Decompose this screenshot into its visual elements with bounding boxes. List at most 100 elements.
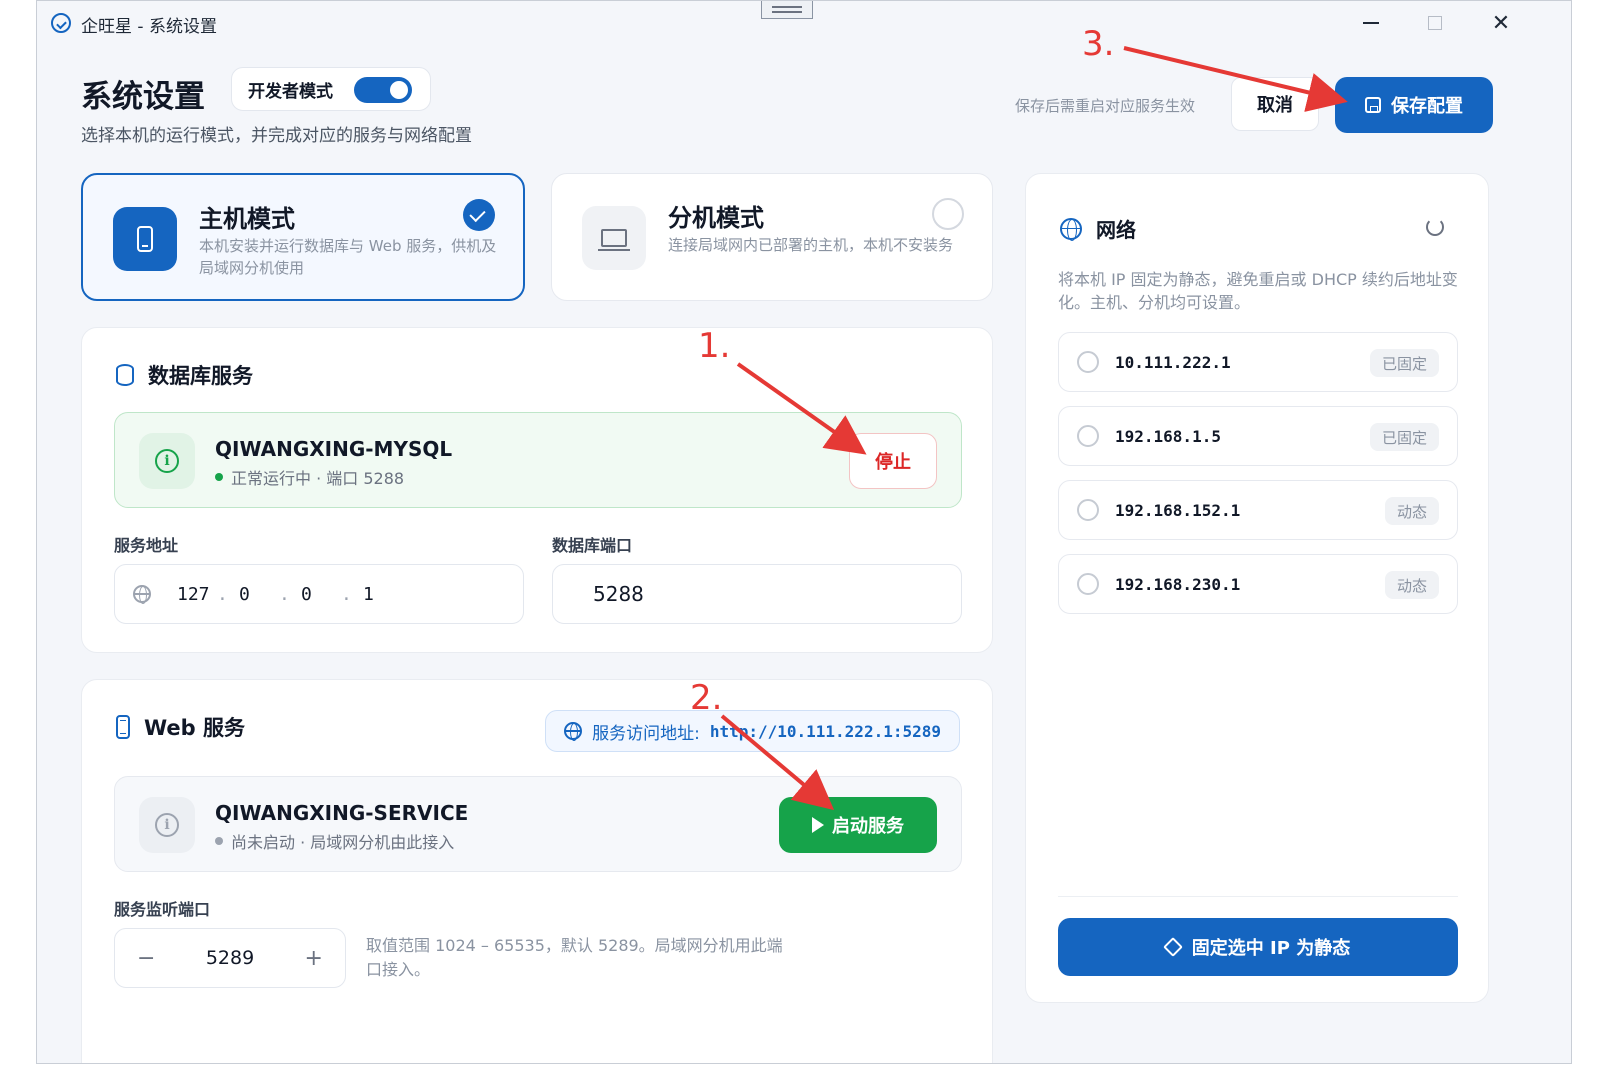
ip-octet-4[interactable]: 1 [363, 584, 403, 605]
database-port-label: 数据库端口 [552, 536, 633, 555]
web-device-icon [116, 715, 130, 739]
decrement-button[interactable]: − [137, 946, 155, 971]
ip-list-item[interactable]: 10.111.222.1 已固定 [1058, 332, 1458, 392]
database-service-status-box: i QIWANGXING-MYSQL 正常运行中 · 端口 5288 停止 [114, 412, 962, 508]
ip-status-badge: 动态 [1384, 497, 1439, 525]
developer-mode-label: 开发者模式 [248, 81, 333, 102]
save-hint: 保存后需重启对应服务生效 [1015, 97, 1196, 115]
ip-radio[interactable] [1077, 351, 1099, 373]
ip-radio[interactable] [1077, 499, 1099, 521]
maximize-button[interactable] [1407, 1, 1463, 45]
developer-mode-control: 开发者模式 [231, 67, 431, 111]
pin-static-ip-button[interactable]: 固定选中 IP 为静态 [1058, 918, 1458, 976]
ip-status-badge: 已固定 [1369, 423, 1439, 451]
host-mode-title: 主机模式 [199, 205, 295, 233]
host-mode-card[interactable]: 主机模式 本机安装并运行数据库与 Web 服务，供机及局域网分机使用 [81, 173, 525, 301]
close-icon: ✕ [1491, 10, 1511, 36]
listen-port-label: 服务监听端口 [114, 900, 211, 919]
selected-check-icon [463, 199, 495, 231]
ip-address: 192.168.152.1 [1115, 500, 1241, 520]
page-subtitle: 选择本机的运行模式，并完成对应的服务与网络配置 [81, 126, 472, 146]
running-status-dot [215, 473, 223, 481]
ip-list-item[interactable]: 192.168.230.1 动态 [1058, 554, 1458, 614]
client-mode-card[interactable]: 分机模式 连接局域网内已部署的主机，本机不安装务 [551, 173, 993, 301]
web-service-status: 尚未启动 · 局域网分机由此接入 [215, 829, 454, 853]
network-title: 网络 [1096, 218, 1136, 242]
service-url-link[interactable]: http://10.111.222.1:5289 [710, 722, 941, 741]
web-service-status-box: i QIWANGXING-SERVICE 尚未启动 · 局域网分机由此接入 启动… [114, 776, 962, 872]
database-section-title: 数据库服务 [148, 364, 253, 388]
app-window: 企旺星 - 系统设置 ✕ 系统设置 开发者模式 选择本机的运行模式，并完成对应的… [36, 0, 1572, 1064]
service-url-pill[interactable]: 服务访问地址: http://10.111.222.1:5289 [545, 710, 960, 752]
globe-icon [564, 722, 583, 741]
ip-list-item[interactable]: 192.168.152.1 动态 [1058, 480, 1458, 540]
ip-address: 10.111.222.1 [1115, 352, 1231, 372]
web-service-name: QIWANGXING-SERVICE [215, 801, 469, 825]
host-mode-desc: 本机安装并运行数据库与 Web 服务，供机及局域网分机使用 [199, 237, 497, 277]
annotation-step-3: 3. [1082, 24, 1115, 64]
ip-status-badge: 已固定 [1369, 349, 1439, 377]
database-section-header: 数据库服务 [116, 360, 253, 390]
service-info-tile: i [139, 797, 195, 853]
info-icon: i [155, 449, 179, 473]
service-info-tile: i [139, 433, 195, 489]
ip-status-badge: 动态 [1384, 571, 1439, 599]
service-address-input[interactable]: 127 . 0 . 0 . 1 [114, 564, 524, 624]
network-card: 网络 将本机 IP 固定为静态，避免重启或 DHCP 续约后地址变化。主机、分机… [1025, 173, 1489, 1003]
developer-mode-toggle[interactable] [354, 77, 412, 103]
minimize-button[interactable] [1343, 1, 1399, 45]
database-service-card: 数据库服务 i QIWANGXING-MYSQL 正常运行中 · 端口 5288… [81, 327, 993, 653]
listen-port-hint: 取值范围 1024 – 65535，默认 5289。局域网分机用此端口接入。 [366, 936, 783, 979]
ip-separator: . [341, 583, 352, 605]
globe-icon [1060, 217, 1082, 241]
database-icon [116, 364, 134, 386]
refresh-icon[interactable] [1426, 218, 1444, 236]
client-mode-title: 分机模式 [668, 204, 764, 232]
ip-octet-2[interactable]: 0 [239, 584, 279, 605]
ip-octet-1[interactable]: 127 [177, 584, 217, 605]
toggle-knob [390, 81, 408, 99]
ip-separator: . [217, 583, 228, 605]
globe-icon [133, 585, 151, 604]
divider [1058, 896, 1458, 897]
database-port-input[interactable]: 5288 [552, 564, 962, 624]
ip-list-item[interactable]: 192.168.1.5 已固定 [1058, 406, 1458, 466]
annotation-step-1: 1. [698, 326, 731, 366]
listen-port-stepper: − 5289 + [114, 928, 346, 988]
increment-button[interactable]: + [305, 946, 323, 971]
pin-icon [1162, 937, 1183, 957]
start-service-button[interactable]: 启动服务 [779, 797, 937, 853]
close-button[interactable]: ✕ [1473, 1, 1529, 45]
network-header: 网络 [1060, 214, 1136, 243]
ip-address: 192.168.230.1 [1115, 574, 1241, 594]
database-status-text: 正常运行中 · 端口 5288 [231, 469, 405, 488]
save-icon [1365, 97, 1381, 113]
page-title: 系统设置 [81, 79, 205, 115]
service-url-label: 服务访问地址: [592, 723, 700, 744]
web-section-title: Web 服务 [144, 716, 246, 740]
service-address-label: 服务地址 [114, 536, 179, 555]
web-service-card: Web 服务 服务访问地址: http://10.111.222.1:5289 … [81, 679, 993, 1063]
stop-database-button[interactable]: 停止 [849, 433, 937, 489]
network-desc: 将本机 IP 固定为静态，避免重启或 DHCP 续约后地址变化。主机、分机均可设… [1058, 270, 1458, 312]
client-mode-icon-tile [582, 206, 646, 270]
database-service-status: 正常运行中 · 端口 5288 [215, 465, 404, 489]
stopped-status-dot [215, 837, 223, 845]
pin-static-ip-label: 固定选中 IP 为静态 [1191, 938, 1351, 959]
device-icon [137, 226, 153, 252]
host-mode-icon-tile [113, 207, 177, 271]
laptop-icon [598, 229, 630, 251]
ip-radio[interactable] [1077, 573, 1099, 595]
minimize-icon [1363, 22, 1379, 24]
web-section-header: Web 服务 [116, 712, 245, 742]
save-config-button[interactable]: 保存配置 [1335, 77, 1493, 133]
ip-radio[interactable] [1077, 425, 1099, 447]
app-logo-icon [51, 13, 71, 33]
database-service-name: QIWANGXING-MYSQL [215, 437, 453, 461]
cancel-button[interactable]: 取消 [1231, 77, 1319, 131]
web-status-text: 尚未启动 · 局域网分机由此接入 [231, 833, 455, 852]
snap-layout-handle[interactable] [761, 1, 813, 19]
ip-octet-3[interactable]: 0 [301, 584, 341, 605]
listen-port-value[interactable]: 5289 [206, 947, 254, 969]
client-mode-radio[interactable] [932, 198, 964, 230]
